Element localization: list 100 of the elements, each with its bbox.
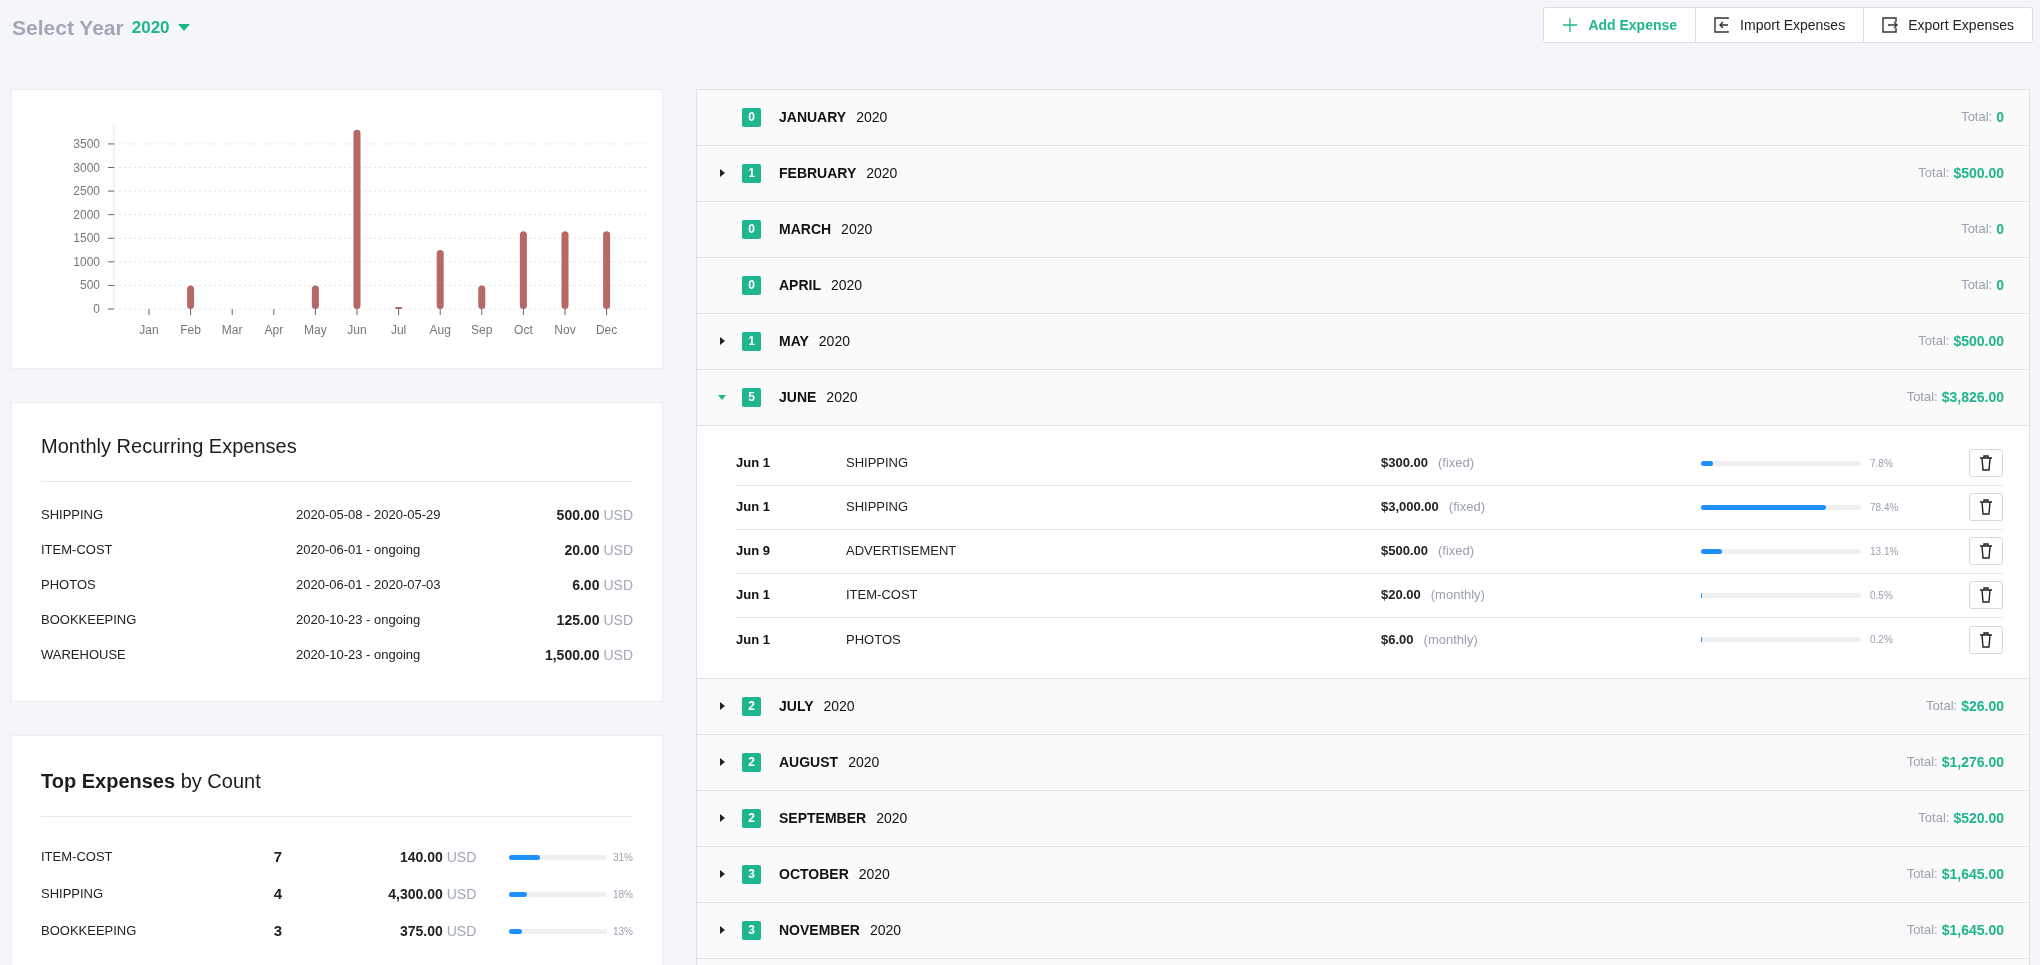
count-badge: 3 (742, 920, 761, 940)
expand-toggle[interactable] (717, 925, 727, 935)
x-tick-label: Jan (139, 322, 159, 337)
expand-toggle[interactable] (717, 813, 727, 823)
delete-button[interactable] (1969, 449, 2003, 477)
currency: USD (603, 505, 633, 525)
delete-button[interactable] (1969, 537, 2003, 565)
amount: 500.00 (556, 505, 600, 525)
percentage: 78.4% (1870, 500, 1900, 515)
amount: 375.00 (399, 921, 443, 941)
total-amount: $1,645.00 (1941, 864, 2004, 884)
currency: USD (446, 847, 477, 867)
amount: $500.00 (1381, 542, 1428, 561)
caret-right-icon (719, 926, 725, 934)
delete-button[interactable] (1969, 493, 2003, 521)
month-name: SEPTEMBER (779, 808, 867, 828)
x-tick-label: Oct (514, 322, 533, 337)
year: 2020 (826, 387, 858, 407)
expense-type: (fixed) (1438, 542, 1475, 561)
expense-date: Jun 1 (736, 630, 771, 649)
delete-button[interactable] (1969, 581, 2003, 609)
amount: 20.00 (564, 540, 600, 560)
expense-name: PHOTOS (846, 630, 902, 649)
percentage: 7.8% (1870, 456, 1894, 471)
x-tick-label: Aug (429, 322, 451, 337)
expense-name: SHIPPING (846, 498, 910, 517)
month-name: AUGUST (779, 752, 839, 772)
amount: $6.00 (1381, 630, 1414, 649)
y-tick-label: 3500 (73, 136, 100, 151)
expand-toggle[interactable] (717, 701, 727, 711)
month-name: OCTOBER (779, 864, 849, 884)
count-badge: 2 (742, 752, 761, 772)
expense-name: PHOTOS (41, 576, 97, 595)
year: 2020 (866, 163, 898, 183)
trash-icon (1979, 543, 1993, 559)
total-label: Total: (1906, 388, 1938, 407)
caret-right-icon (719, 337, 725, 345)
import-expense-button[interactable]: Import Expenses (1695, 8, 1864, 42)
count: 3 (272, 920, 284, 941)
total-amount: $1,276.00 (1941, 752, 2004, 772)
x-tick-label: Jul (390, 322, 407, 337)
expense-type: (monthly) (1423, 630, 1478, 649)
year: 2020 (831, 275, 863, 295)
total-label: Total: (1906, 865, 1938, 884)
bar (311, 284, 319, 309)
percentage: 13% (613, 924, 633, 939)
expense-name: SHIPPING (41, 506, 105, 525)
date-range: 2020-10-23 - ongoing (296, 611, 422, 630)
month-name: FEBRUARY (779, 163, 857, 183)
collapse-toggle[interactable] (717, 392, 727, 402)
total-label: Total: (1961, 220, 1993, 239)
count-badge: 1 (742, 331, 761, 351)
x-tick-label: Apr (264, 322, 284, 337)
count-badge: 3 (742, 864, 761, 884)
expense-type: (fixed) (1448, 498, 1485, 517)
expand-toggle[interactable] (717, 336, 727, 346)
x-tick-label: Sep (471, 322, 493, 337)
expense-date: Jun 1 (736, 454, 771, 473)
expand-toggle[interactable] (717, 168, 727, 178)
count-badge: 1 (742, 163, 761, 183)
total-label: Total: (1926, 697, 1958, 716)
caret-down-icon (177, 23, 190, 33)
date-range: 2020-05-08 - 2020-05-29 (296, 506, 442, 525)
bar (395, 306, 403, 309)
expense-name: ADVERTISEMENT (846, 542, 958, 561)
y-tick-label: 3000 (73, 160, 100, 174)
total-label: Total: (1918, 164, 1950, 183)
y-tick-label: 0 (93, 301, 100, 316)
currency: USD (603, 610, 633, 630)
caret-right-icon (719, 814, 725, 822)
currency: USD (446, 921, 477, 941)
expense-date: Jun 1 (736, 586, 771, 605)
export-expense-button[interactable]: Export Expenses (1863, 8, 2032, 42)
total-amount: $500.00 (1953, 163, 2004, 183)
percentage: 13.1% (1870, 544, 1900, 559)
delete-button[interactable] (1969, 625, 2003, 654)
total-amount: $500.00 (1953, 331, 2004, 351)
total-amount: 0 (1996, 107, 2004, 127)
expand-toggle[interactable] (717, 757, 727, 767)
y-tick-label: 500 (79, 277, 100, 292)
year: 2020 (876, 808, 908, 828)
expense-type: (fixed) (1438, 454, 1475, 473)
expense-name: BOOKKEEPING (41, 922, 138, 941)
year: 2020 (858, 864, 890, 884)
amount: 1,500.00 (544, 645, 600, 665)
export-icon (1882, 17, 1899, 33)
amount: 125.00 (556, 610, 600, 630)
year: 2020 (869, 920, 902, 940)
count-badge: 0 (742, 275, 761, 295)
trash-icon (1979, 631, 1993, 648)
year: 2020 (848, 752, 880, 772)
total-label: Total: (1918, 809, 1950, 828)
card-title: Top Expenses by Count (41, 765, 633, 817)
expand-toggle[interactable] (717, 869, 727, 879)
expense-name: BOOKKEEPING (41, 611, 138, 630)
y-tick-label: 2000 (73, 207, 100, 222)
x-tick-label: May (304, 322, 327, 337)
count-badge: 0 (742, 107, 761, 127)
currency: USD (603, 645, 633, 665)
total-label: Total: (1906, 921, 1938, 940)
